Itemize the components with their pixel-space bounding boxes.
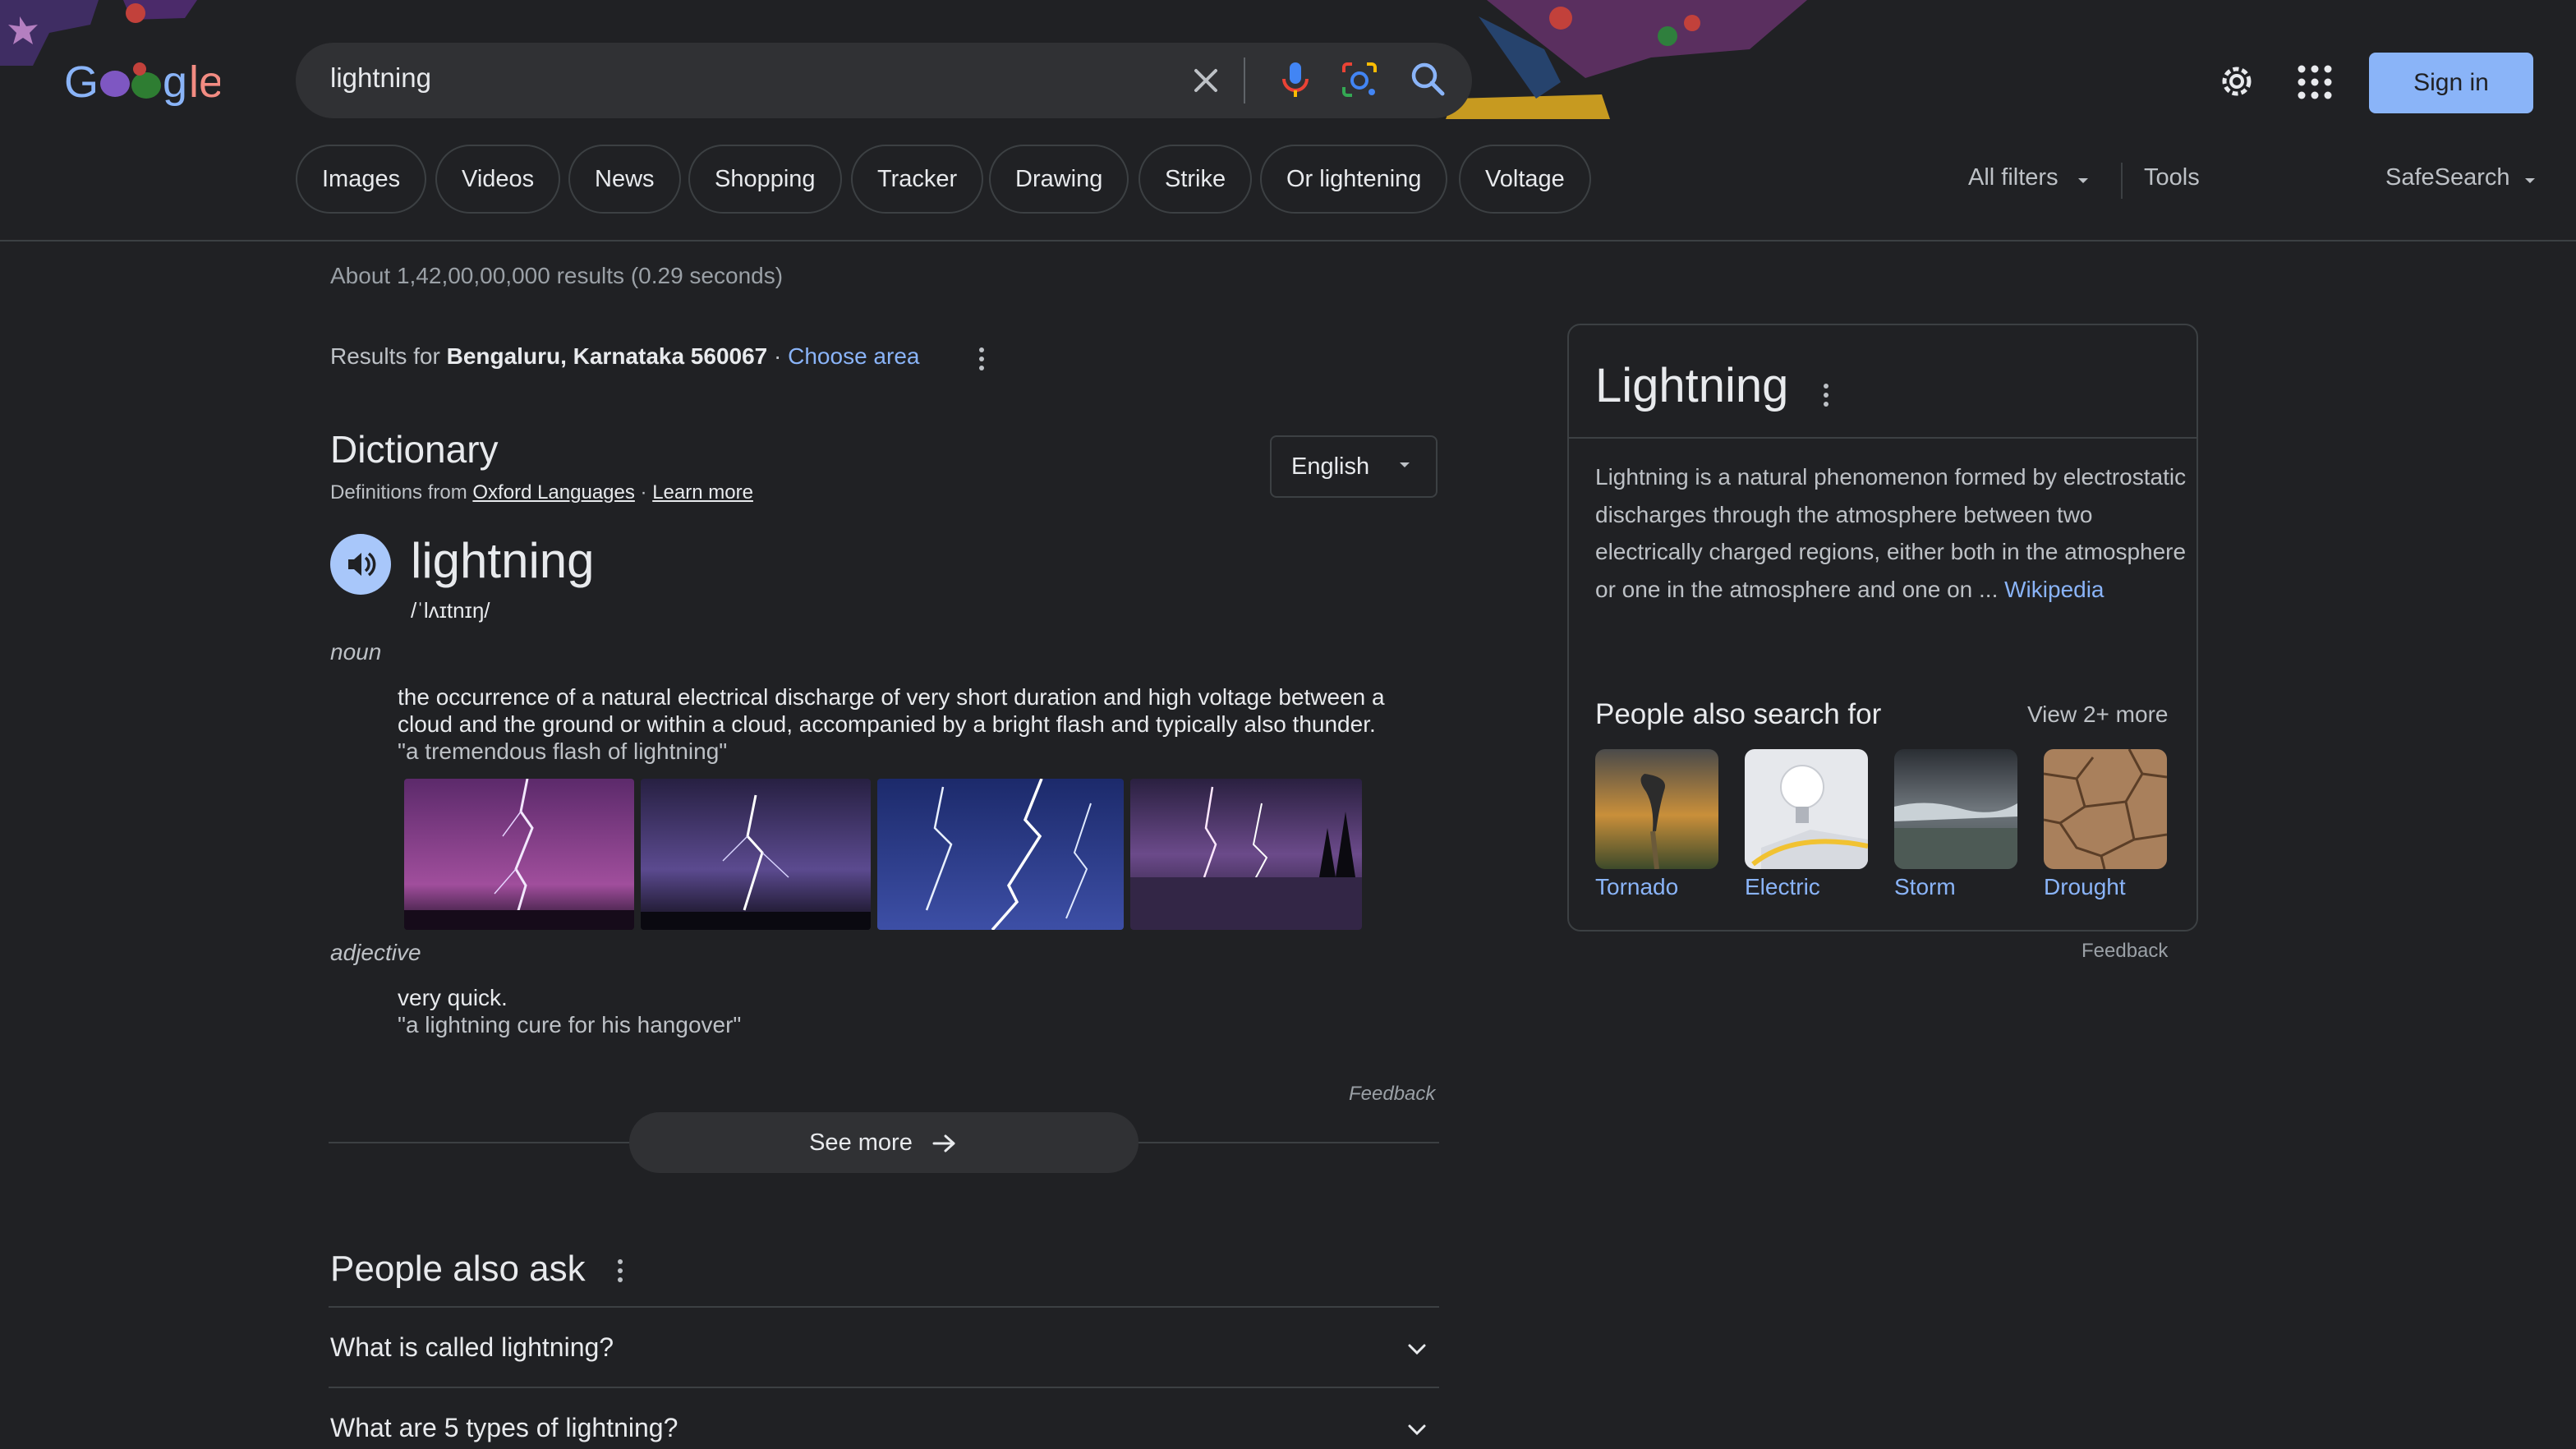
choose-area-link[interactable]: Choose area [788, 343, 919, 369]
view-more-link[interactable]: View 2+ more [2027, 702, 2168, 728]
lightning-image-3[interactable] [877, 779, 1124, 930]
location-separator: · [767, 343, 789, 369]
lightning-image-4[interactable] [1130, 779, 1362, 930]
knowledge-panel-feedback-link[interactable]: Feedback [2082, 940, 2168, 963]
related-label: Electric [1745, 874, 1820, 899]
knowledge-panel-title: Lightning [1595, 359, 1789, 412]
chip-voltage[interactable]: Voltage [1459, 145, 1591, 214]
svg-text:le: le [189, 58, 220, 107]
knowledge-panel: Lightning Lightning is a natural phenome… [1567, 324, 2198, 932]
chip-images[interactable]: Images [296, 145, 427, 214]
search-input[interactable]: lightning [330, 62, 431, 94]
chip-videos[interactable]: Videos [435, 145, 561, 214]
chip-drawing[interactable]: Drawing [989, 145, 1129, 214]
related-label: Drought [2044, 874, 2126, 899]
location-prefix: Results for [330, 343, 447, 369]
caret-down-icon[interactable] [1398, 458, 1411, 472]
source-prefix: Definitions from [330, 481, 473, 504]
dictionary-feedback-link[interactable]: Feedback [1349, 1083, 1435, 1106]
chip-shopping[interactable]: Shopping [688, 145, 842, 214]
result-stats: About 1,42,00,00,000 results (0.29 secon… [330, 263, 784, 288]
search-divider [1244, 58, 1245, 104]
related-item-tornado[interactable]: Tornado [1595, 749, 1720, 900]
arrow-right-icon [932, 1134, 955, 1152]
noun-definition: the occurrence of a natural electrical d… [398, 684, 1385, 737]
paa-question-1[interactable]: What is called lightning? [330, 1332, 614, 1363]
chevron-down-icon[interactable] [1405, 1337, 1429, 1362]
paa-divider [329, 1387, 1439, 1388]
chip-news[interactable]: News [568, 145, 681, 214]
search-box[interactable]: lightning [296, 43, 1472, 118]
more-vert-icon[interactable] [974, 345, 989, 373]
related-label: Tornado [1595, 874, 1679, 899]
related-item-drought[interactable]: Drought [2044, 749, 2169, 900]
settings-gear-icon[interactable] [2213, 58, 2261, 105]
paa-divider [329, 1306, 1439, 1308]
lightning-image-2[interactable] [641, 779, 871, 930]
location-line: Results for Bengaluru, Karnataka 560067 … [330, 343, 919, 370]
dictionary-title: Dictionary [330, 428, 499, 471]
part-of-speech-noun: noun [330, 639, 382, 665]
more-vert-icon[interactable] [1819, 381, 1833, 409]
pronunciation-speaker-button[interactable] [330, 534, 391, 595]
dictionary-source: Definitions from Oxford Languages · Lear… [330, 481, 753, 504]
search-icon[interactable] [1406, 58, 1451, 102]
more-vert-icon[interactable] [613, 1257, 628, 1285]
adjective-example: "a lightning cure for his hangover" [398, 1012, 742, 1037]
related-item-storm[interactable]: Storm [1894, 749, 2019, 900]
caret-down-icon[interactable] [2077, 174, 2090, 187]
learn-more-link[interactable]: Learn more [652, 481, 753, 504]
sign-in-button[interactable]: Sign in [2369, 53, 2533, 113]
microphone-icon[interactable] [1273, 58, 1318, 102]
chip-strike[interactable]: Strike [1138, 145, 1253, 214]
google-lens-icon[interactable] [1337, 58, 1382, 102]
storm-image [1894, 749, 2017, 869]
part-of-speech-adjective: adjective [330, 940, 421, 965]
clear-search-icon[interactable] [1186, 61, 1226, 100]
related-item-electric[interactable]: Electric [1745, 749, 1870, 900]
language-select[interactable]: English [1270, 435, 1438, 498]
oxford-languages-link[interactable]: Oxford Languages [472, 481, 634, 504]
svg-text:g: g [163, 58, 187, 107]
see-more-label: See more [809, 1129, 913, 1156]
speaker-icon [348, 552, 376, 577]
source-separator: · [634, 481, 653, 504]
drought-image [2044, 749, 2167, 869]
adjective-definition-block: very quick. "a lightning cure for his ha… [398, 984, 741, 1038]
chip-tracker[interactable]: Tracker [851, 145, 984, 214]
google-logo[interactable]: G g le [64, 51, 220, 117]
headword: lightning [411, 533, 595, 588]
safesearch-button[interactable]: SafeSearch [2385, 164, 2510, 191]
related-label: Storm [1894, 874, 1956, 899]
chip-or-lightening[interactable]: Or lightening [1260, 145, 1448, 214]
lightning-image-1[interactable] [404, 779, 634, 930]
noun-definition-block: the occurrence of a natural electrical d… [398, 683, 1433, 765]
paa-question-2[interactable]: What are 5 types of lightning? [330, 1413, 678, 1443]
knowledge-panel-divider [1569, 437, 2196, 439]
wikipedia-link[interactable]: Wikipedia [2004, 577, 2104, 602]
chevron-down-icon[interactable] [1405, 1418, 1429, 1442]
electric-image [1745, 749, 1868, 869]
svg-text:G: G [64, 58, 99, 107]
knowledge-panel-description: Lightning is a natural phenomenon formed… [1595, 458, 2187, 608]
location-name: Bengaluru, Karnataka 560067 [446, 343, 768, 369]
tools-button[interactable]: Tools [2144, 164, 2200, 191]
header-divider [0, 240, 2576, 242]
all-filters-button[interactable]: All filters [1968, 164, 2058, 191]
people-also-search-title: People also search for [1595, 698, 1882, 730]
noun-example: "a tremendous flash of lightning" [398, 738, 728, 764]
google-apps-grid-icon[interactable] [2295, 62, 2334, 102]
caret-down-icon[interactable] [2523, 174, 2537, 187]
people-also-ask-title: People also ask [330, 1249, 586, 1289]
adjective-definition: very quick. [398, 985, 508, 1010]
see-more-button[interactable]: See more [629, 1112, 1138, 1173]
phonetic: /ˈlʌɪtnɪŋ/ [411, 598, 490, 623]
filter-divider [2121, 163, 2123, 199]
tornado-image [1595, 749, 1718, 869]
